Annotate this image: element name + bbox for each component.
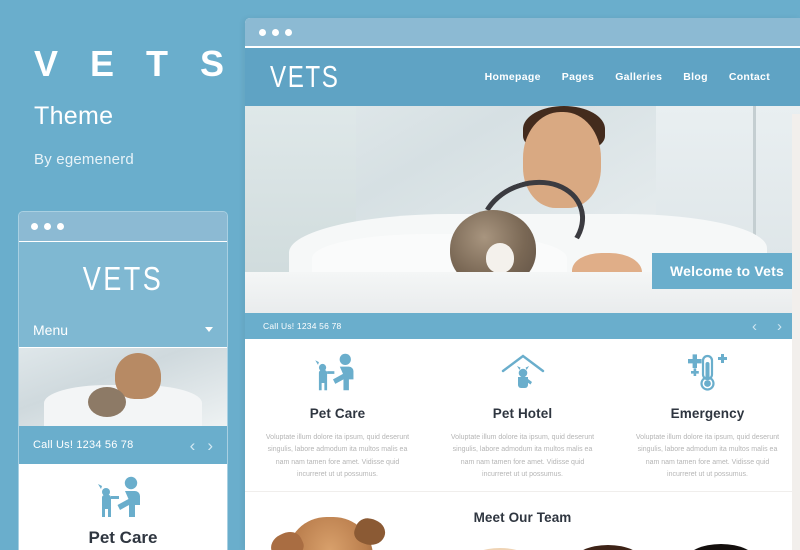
mobile-call-bar: Call Us! 1234 56 78 ‹ › [19, 426, 227, 464]
chevron-left-icon[interactable]: ‹ [190, 437, 196, 454]
hero-rabbit-shape [87, 387, 126, 417]
left-promo-panel: V E T S Theme By egemenerd VETS Menu Cal… [0, 0, 245, 550]
browser-window-mockup: VETS Homepage Pages Galleries Blog Conta… [245, 18, 800, 550]
site-header: VETS Homepage Pages Galleries Blog Conta… [245, 48, 800, 106]
mobile-call-text: Call Us! 1234 56 78 [33, 439, 134, 451]
service-title: Emergency [670, 406, 745, 421]
hero-call-text: Call Us! 1234 56 78 [263, 321, 342, 331]
window-dot-maximize-icon[interactable] [285, 28, 292, 36]
nav-item-homepage[interactable]: Homepage [485, 71, 541, 83]
chevron-right-icon[interactable]: › [777, 319, 782, 334]
thermometer-plus-icon [631, 353, 784, 393]
mobile-menu-label: Menu [33, 321, 69, 338]
chevron-left-icon[interactable]: ‹ [752, 319, 757, 334]
mobile-menu-toggle[interactable]: Menu [19, 312, 227, 348]
service-card-pet-care[interactable]: Pet Care Voluptate illum dolore ita ipsu… [245, 353, 430, 481]
chevron-down-icon [205, 327, 213, 332]
dog-ear-left [267, 527, 307, 550]
hero-welcome-badge: Welcome to Vets [651, 253, 800, 289]
mobile-services-section: Pet Care [19, 464, 227, 550]
nav-item-blog[interactable]: Blog [683, 71, 708, 83]
mobile-mockup: VETS Menu Call Us! 1234 56 78 ‹ › Pet Ca… [18, 211, 228, 550]
mobile-titlebar [19, 212, 227, 242]
mobile-slider-controls: ‹ › [190, 437, 213, 454]
nav-item-galleries[interactable]: Galleries [615, 71, 662, 83]
brand-block: V E T S Theme By egemenerd [0, 0, 245, 169]
service-description: Voluptate illum dolore ita ipsum, quid d… [450, 434, 595, 478]
person-with-dog-icon [19, 476, 227, 520]
window-dot-maximize-icon[interactable] [57, 223, 64, 230]
chevron-right-icon[interactable]: › [207, 437, 213, 454]
person-with-dog-icon [261, 353, 414, 393]
window-dot-close-icon[interactable] [31, 223, 38, 230]
brand-title: V E T S [34, 43, 236, 84]
hero-slider-image: Welcome to Vets [245, 106, 800, 313]
mobile-site-logo[interactable]: VETS [38, 242, 209, 312]
window-dot-minimize-icon[interactable] [272, 28, 279, 36]
browser-titlebar [245, 18, 800, 48]
services-section: Pet Care Voluptate illum dolore ita ipsu… [245, 339, 800, 492]
nav-item-pages[interactable]: Pages [562, 71, 594, 83]
hero-call-bar: Call Us! 1234 56 78 ‹ › [245, 313, 800, 339]
site-logo[interactable]: VETS [270, 59, 339, 95]
brand-author: By egemenerd [34, 151, 134, 168]
service-description: Voluptate illum dolore ita ipsum, quid d… [635, 434, 780, 478]
window-dot-minimize-icon[interactable] [44, 223, 51, 230]
mobile-hero-image [19, 348, 227, 426]
service-title: Pet Hotel [492, 406, 553, 421]
service-description: Voluptate illum dolore ita ipsum, quid d… [265, 434, 410, 478]
hero-slider-controls: ‹ › [752, 319, 782, 334]
mobile-service-title: Pet Care [88, 528, 158, 547]
window-dot-close-icon[interactable] [259, 28, 266, 36]
main-navigation: Homepage Pages Galleries Blog Contact [485, 71, 770, 83]
brand-subtitle: Theme [34, 102, 114, 130]
page-right-gutter [792, 114, 800, 550]
team-section: Meet Our Team [245, 492, 800, 550]
nav-item-contact[interactable]: Contact [729, 71, 770, 83]
service-title: Pet Care [309, 406, 366, 421]
roof-with-dog-icon [446, 353, 599, 393]
service-card-emergency[interactable]: Emergency Voluptate illum dolore ita ips… [615, 353, 800, 481]
hero-rabbit-face [486, 242, 515, 273]
service-card-pet-hotel[interactable]: Pet Hotel Voluptate illum dolore ita ips… [430, 353, 615, 481]
